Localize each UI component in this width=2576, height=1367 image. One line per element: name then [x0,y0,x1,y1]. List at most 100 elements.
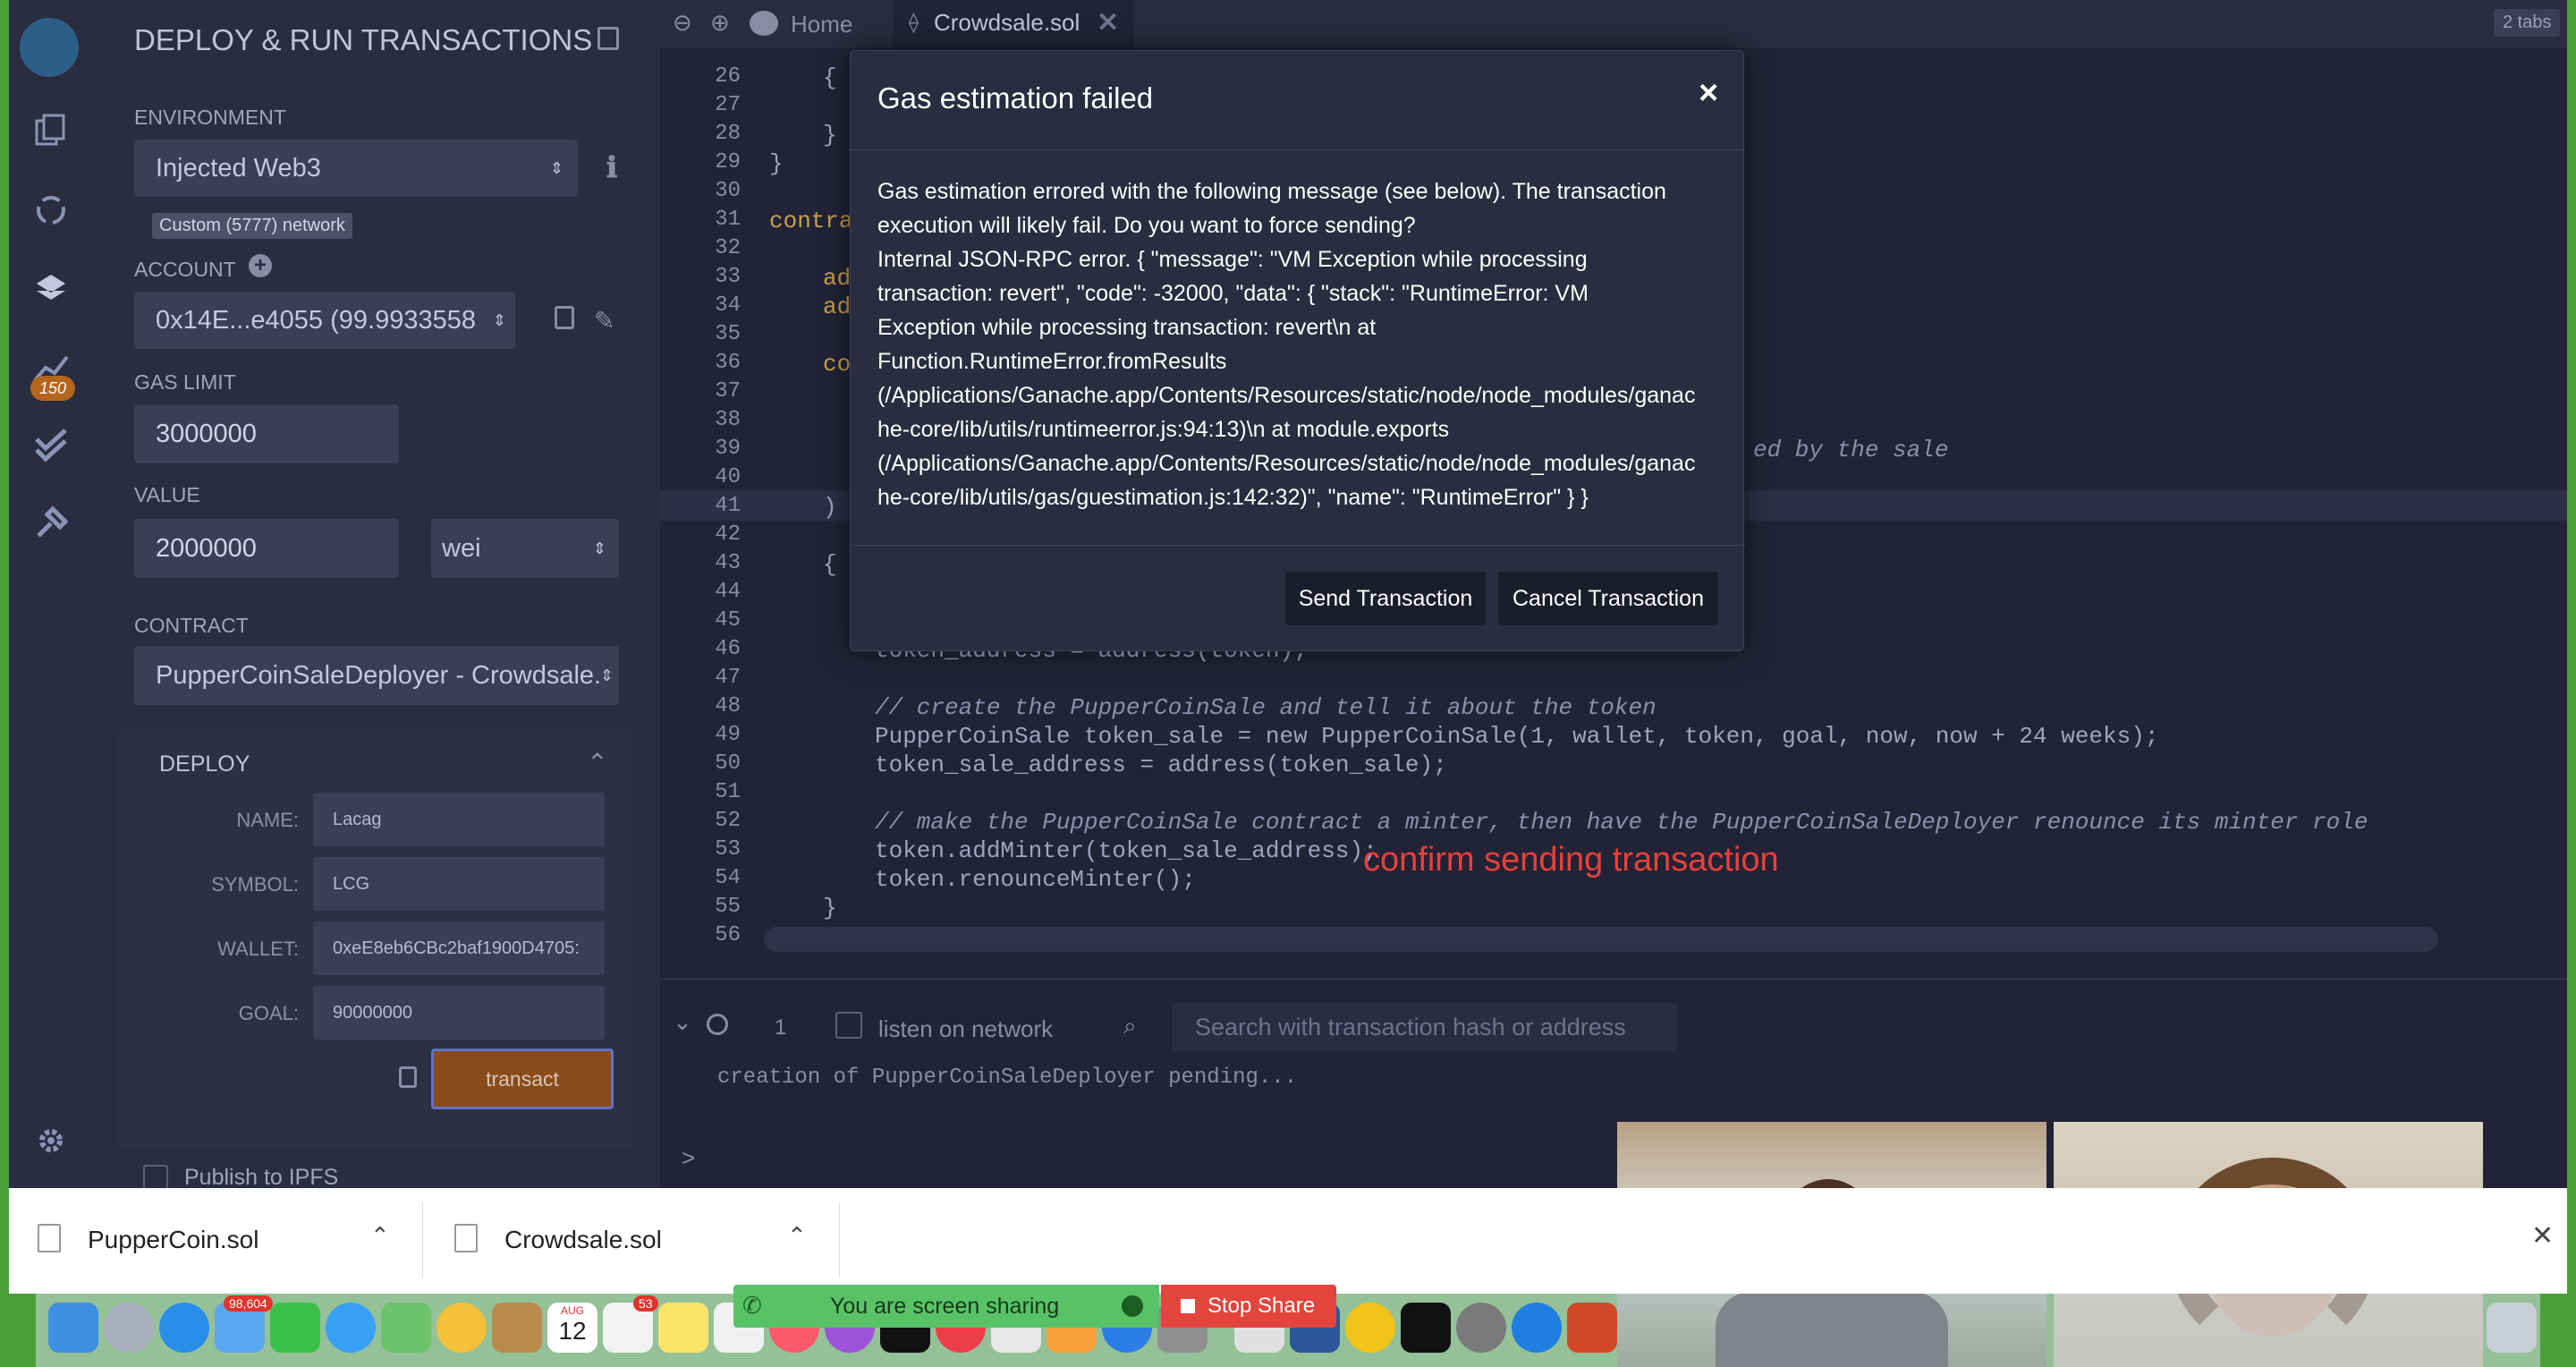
network-badge: Custom (5777) network [152,213,352,239]
value-label: VALUE [134,483,200,506]
chevron-up-icon[interactable]: ⌃ [370,1222,390,1250]
docs-icon[interactable] [597,27,619,50]
divider [422,1202,423,1278]
environment-select[interactable]: Injected Web3 ⇕ [134,140,578,197]
close-download-bar-icon[interactable]: ✕ [2531,1220,2554,1252]
modal-body-line: transaction: revert", "code": -32000, "d… [877,281,1589,306]
file-icon [454,1224,478,1252]
cancel-transaction-button[interactable]: Cancel Transaction [1498,572,1718,625]
phone-icon: ✆ [742,1292,762,1319]
messages-icon[interactable] [326,1303,376,1353]
modal-body-line: Function.RuntimeError.fromResults [877,349,1227,374]
deploy-run-icon[interactable] [29,267,73,311]
line-number: 42 [715,522,741,547]
wallet-input[interactable]: 0xeE8eb6CBc2baf1900D4705: [313,921,605,975]
divider [839,1202,840,1278]
icon-panel: 150 [9,0,91,1188]
remix-window: 150 DEPLOY & RUN TRANSACTIONS ENVIRONMEN… [9,0,2567,1188]
calendar-day: 12 [558,1317,587,1345]
notes-icon[interactable] [658,1303,708,1353]
tabs-count[interactable]: 2 tabs [2494,9,2561,37]
calendar-month: AUG [560,1304,584,1317]
symbol-input[interactable]: LCG [313,857,605,911]
select-arrows-icon: ⇕ [592,539,606,557]
download-item-crowdsale[interactable]: Crowdsale.sol [504,1226,662,1254]
chrome-icon[interactable] [1345,1303,1395,1353]
sharing-message: You are screen sharing [830,1294,1060,1319]
zoom-in-icon[interactable]: ⊕ [710,9,730,37]
line-number: 28 [715,122,741,146]
powerpoint-icon[interactable] [1567,1303,1617,1353]
compiler-icon[interactable] [29,188,73,233]
account-select[interactable]: 0x14E...e4055 (99.9933558 ⇕ [134,292,515,349]
stop-share-button[interactable]: Stop Share [1161,1285,1336,1328]
code-line: // make the PupperCoinSale contract a mi… [875,809,2368,836]
send-transaction-button[interactable]: Send Transaction [1285,572,1486,625]
close-icon[interactable]: × [1699,74,1718,113]
code-line: } [823,122,837,149]
remix-logo-icon[interactable] [20,18,79,77]
stop-icon [1181,1299,1195,1313]
file-icon [38,1224,61,1252]
tab-crowdsale[interactable]: Crowdsale.sol [934,9,1080,37]
line-number: 33 [715,265,741,289]
download-bar: PupperCoin.sol ⌃ Crowdsale.sol ⌃ ✕ [9,1188,2567,1294]
name-input[interactable]: Lacag [313,793,605,846]
select-arrows-icon: ⇕ [599,666,614,685]
chevron-up-icon[interactable]: ⌃ [787,1222,807,1250]
modal-body-line: he-core/lib/utils/runtimeerror.js:94:13)… [877,417,1450,442]
edit-pencil-icon[interactable]: ✎ [594,306,614,335]
download-item-puppercoin[interactable]: PupperCoin.sol [88,1226,258,1254]
value-input[interactable]: 2000000 [134,519,399,578]
facetime-icon[interactable] [270,1303,320,1353]
zoom-app-icon[interactable] [1512,1303,1562,1353]
code-line: } [769,150,784,177]
line-number: 54 [715,866,741,890]
copy-calldata-icon[interactable] [399,1066,417,1088]
plugin-icon[interactable] [29,501,73,546]
terminal-icon[interactable] [1401,1303,1451,1353]
finder-icon[interactable] [48,1303,98,1353]
settings-gear-icon[interactable] [29,1118,73,1163]
deploy-panel: DEPLOY & RUN TRANSACTIONS ENVIRONMENT In… [91,0,660,1188]
editor-tabs: ⊖ ⊕ Home ⟠ Crowdsale.sol ✕ 2 tabs [660,0,2567,48]
photos-icon[interactable] [436,1303,487,1353]
gas-limit-label: GAS LIMIT [134,370,236,394]
contract-select[interactable]: PupperCoinSaleDeployer - Crowdsale. ⇕ [134,646,619,705]
listen-checkbox[interactable] [835,1012,862,1039]
horizontal-scrollbar[interactable] [764,927,2438,952]
launchpad-icon[interactable] [104,1303,154,1353]
zoom-out-icon[interactable]: ⊖ [673,9,692,37]
add-account-icon[interactable]: + [249,254,272,277]
terminal-prompt[interactable]: > [682,1144,695,1172]
close-tab-icon[interactable]: ✕ [1097,7,1119,38]
verify-check-icon[interactable] [29,422,73,467]
calendar-icon[interactable]: AUG 12 [547,1303,597,1353]
ganache-icon[interactable] [1456,1303,1506,1353]
home-icon [750,11,778,36]
value-unit-select[interactable]: wei ⇕ [431,519,619,578]
line-number: 41 [715,494,741,518]
clear-terminal-icon[interactable] [707,1014,728,1035]
environment-value: Injected Web3 [156,153,321,183]
info-icon[interactable]: ℹ [606,150,617,184]
contacts-icon[interactable] [492,1303,542,1353]
copy-icon[interactable] [555,306,574,329]
safari-icon[interactable] [159,1303,209,1353]
solidity-icon: ⟠ [909,11,919,33]
file-explorer-icon[interactable] [29,107,73,152]
line-number: 44 [715,580,741,604]
gas-limit-input[interactable]: 3000000 [134,404,399,463]
modal-body-line: (/Applications/Ganache.app/Contents/Reso… [877,451,1696,476]
collapse-terminal-icon[interactable]: ⌄ [673,1008,692,1036]
transact-button[interactable]: transact [431,1049,614,1109]
stop-share-label: Stop Share [1208,1294,1316,1318]
trash-icon[interactable] [2487,1303,2537,1353]
transaction-search-input[interactable]: Search with transaction hash or address [1172,1003,1678,1051]
tab-home[interactable]: Home [791,11,852,38]
publish-checkbox[interactable] [143,1165,168,1188]
mail-badge: 98,604 [224,1295,273,1312]
collapse-chevron-icon[interactable]: ⌃ [587,748,607,777]
maps-icon[interactable] [381,1303,431,1353]
goal-input[interactable]: 90000000 [313,986,605,1040]
